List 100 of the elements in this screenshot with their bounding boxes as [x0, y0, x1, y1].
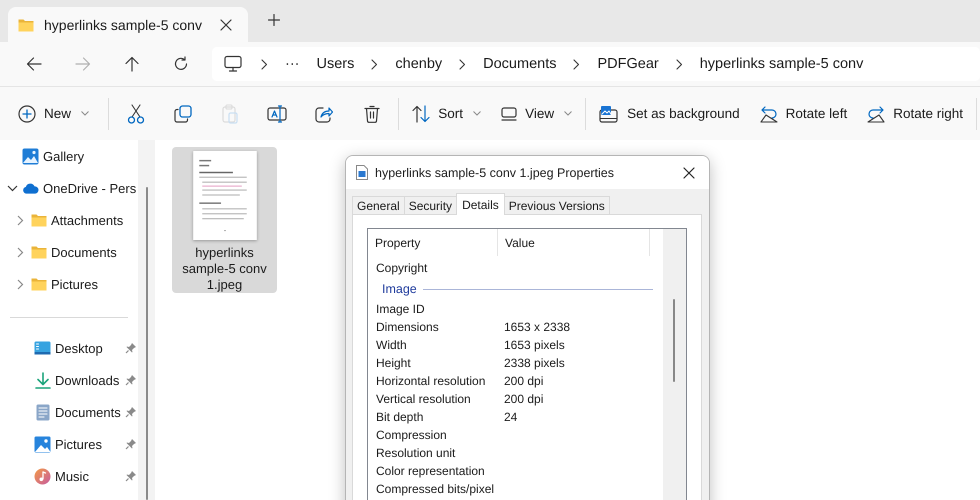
pin-icon[interactable]: [125, 374, 137, 386]
sidebar-item[interactable]: Attachments: [0, 204, 138, 236]
rename-icon: [267, 104, 288, 122]
sidebar-item[interactable]: Pictures: [0, 428, 138, 460]
share-icon: [315, 104, 334, 122]
property-name: Width: [376, 338, 408, 352]
property-value: 200 dpi: [504, 374, 544, 388]
rotate-left-button[interactable]: Rotate left: [750, 96, 858, 132]
sidebar-label: Pictures: [51, 276, 98, 292]
sidebar-label: Desktop: [55, 340, 103, 356]
clipboard-icon: [222, 104, 238, 124]
view-button[interactable]: View: [491, 96, 582, 132]
dialog-tab[interactable]: Details: [456, 193, 505, 215]
property-name: Image ID: [376, 302, 426, 316]
sidebar-item[interactable]: Desktop: [0, 332, 138, 364]
sidebar-label: Documents: [55, 404, 121, 420]
breadcrumb-item[interactable]: PDFGear: [597, 56, 659, 72]
plus-icon: [268, 14, 280, 26]
pin-icon[interactable]: [125, 342, 137, 354]
set-background-button[interactable]: Set as background: [589, 96, 750, 132]
dialog-tab[interactable]: Security: [404, 196, 458, 214]
sidebar-label: Gallery: [43, 148, 84, 164]
rotate-left-icon: [760, 104, 778, 122]
property-name: Compressed bits/pixel: [376, 482, 496, 496]
folder-icon: [30, 245, 46, 259]
plus-circle-icon: [18, 104, 36, 122]
sidebar-label: Downloads: [55, 372, 120, 388]
image-file-icon: [356, 165, 368, 180]
property-name: Vertical resolution: [376, 392, 472, 406]
sidebar-label: OneDrive - Pers: [43, 180, 136, 196]
sidebar-label: Music: [55, 468, 89, 484]
tab[interactable]: hyperlinks sample-5 conv: [8, 7, 248, 42]
sidebar-item[interactable]: Downloads: [0, 364, 138, 396]
music-icon: [34, 468, 51, 484]
chevron-right-icon: [261, 58, 268, 70]
property-name: Dimensions: [376, 320, 440, 334]
trash-icon: [364, 104, 380, 122]
pictures-icon: [34, 436, 51, 452]
sort-button[interactable]: Sort: [402, 96, 492, 132]
property-value: 2338 pixels: [504, 356, 566, 370]
folder-icon: [18, 18, 34, 32]
address-bar[interactable]: ··· Users chenby Documents PDFGear hyperlinks sample-5 conv: [212, 47, 980, 81]
scissors-icon: [126, 104, 145, 124]
chevron-right-icon: [573, 58, 580, 70]
property-name: Horizontal resolution: [376, 374, 486, 388]
pin-icon[interactable]: [125, 406, 137, 418]
document-icon: [36, 404, 50, 420]
dialog-tab[interactable]: General: [352, 196, 405, 214]
sidebar-label: Documents: [51, 244, 117, 260]
rotate-right-icon: [867, 104, 886, 122]
sidebar-label: Attachments: [51, 212, 124, 228]
chevron-right-icon[interactable]: [16, 214, 24, 226]
scrollbar[interactable]: [138, 140, 155, 500]
breadcrumb-overflow[interactable]: ···: [285, 56, 300, 72]
close-icon: [220, 18, 232, 30]
column-header[interactable]: Property: [368, 229, 498, 256]
property-value: 200 dpi: [504, 392, 544, 406]
sidebar-item[interactable]: OneDrive - Pers: [0, 172, 138, 204]
folder-icon: [30, 277, 46, 291]
close-icon: [683, 166, 695, 178]
chevron-right-icon[interactable]: [16, 278, 24, 290]
sort-icon: [412, 104, 430, 122]
dialog-title: hyperlinks sample-5 conv 1.jpeg Properties: [375, 166, 616, 180]
sidebar-item[interactable]: Documents: [0, 396, 138, 428]
property-name: Bit depth: [376, 410, 424, 424]
view-icon: [501, 106, 518, 120]
dialog-tab[interactable]: Previous Versions: [504, 196, 610, 214]
file-name: hyperlinks sample-5 conv 1.jpeg: [181, 245, 268, 293]
sidebar-item[interactable]: Music: [0, 460, 138, 492]
rotate-right-button[interactable]: Rotate right: [857, 96, 973, 132]
chevron-right-icon[interactable]: [16, 246, 24, 258]
sidebar-item[interactable]: Pictures: [0, 268, 138, 300]
new-button[interactable]: New: [8, 96, 102, 132]
property-value: 1653 pixels: [504, 338, 566, 352]
column-header[interactable]: Value: [498, 229, 650, 256]
desktop-icon: [34, 341, 51, 355]
group-header[interactable]: Image: [368, 278, 663, 300]
computer-icon: [224, 55, 242, 73]
image-icon: [599, 104, 620, 122]
property-value: 24: [504, 410, 518, 424]
property-name: Height: [376, 356, 412, 370]
property-name: Copyright: [376, 261, 428, 275]
breadcrumb-item[interactable]: hyperlinks sample-5 conv: [700, 56, 864, 72]
chevron-right-icon: [371, 58, 378, 70]
chevron-down-icon[interactable]: [6, 184, 18, 192]
property-name: Color representation: [376, 464, 486, 478]
pin-icon[interactable]: [125, 470, 137, 482]
sidebar-item[interactable]: Documents: [0, 236, 138, 268]
scrollbar[interactable]: [663, 229, 686, 500]
file-item[interactable]: hyperlinks sample-5 conv 1.jpeg: [172, 147, 277, 293]
tab-title: hyperlinks sample-5 conv: [44, 16, 203, 32]
gallery-icon: [22, 148, 39, 164]
pin-icon[interactable]: [125, 438, 137, 450]
breadcrumb-item[interactable]: Users: [316, 56, 354, 72]
breadcrumb-item[interactable]: Documents: [483, 56, 556, 72]
download-icon: [34, 372, 50, 388]
sidebar-item[interactable]: Gallery: [0, 140, 138, 172]
copy-icon: [174, 104, 192, 122]
sidebar-label: Pictures: [55, 436, 102, 452]
breadcrumb-item[interactable]: chenby: [395, 56, 442, 72]
